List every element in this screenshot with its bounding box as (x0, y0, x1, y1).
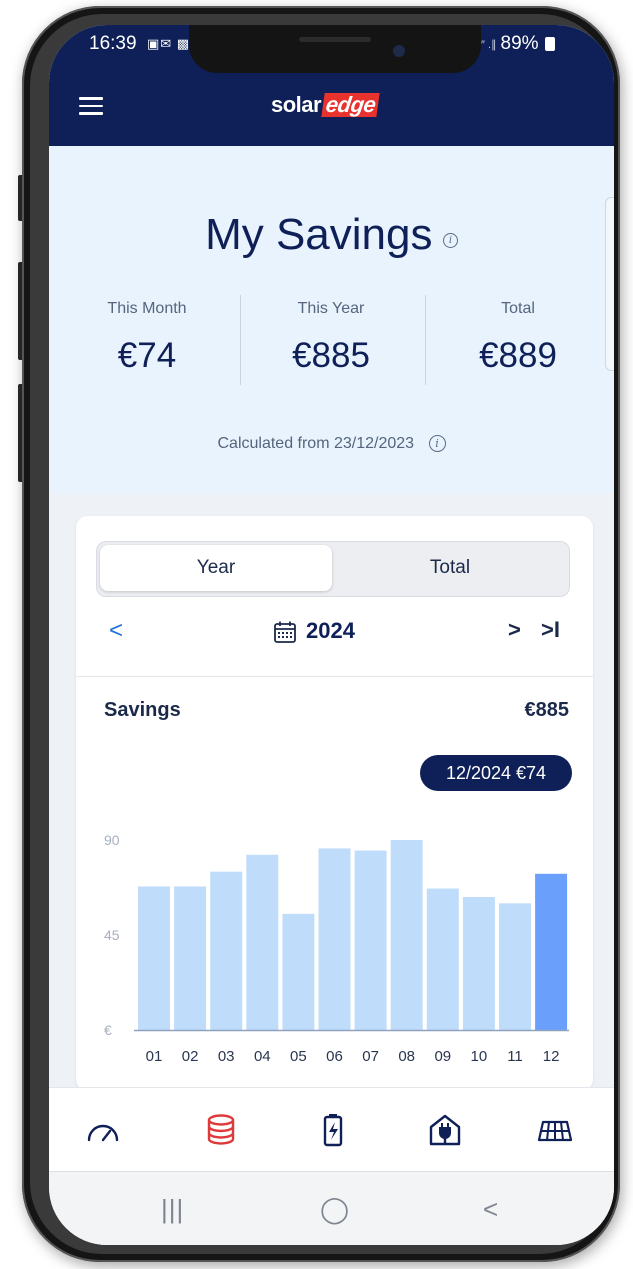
bar-03[interactable] (210, 871, 243, 1030)
chart-title: Savings (104, 699, 181, 721)
toggle-year-button[interactable]: Year (100, 545, 332, 591)
stat-value: €885 (292, 336, 370, 375)
x-tick-label: 01 (146, 1048, 163, 1065)
x-tick-label: 06 (326, 1048, 343, 1065)
bar-04[interactable] (246, 854, 279, 1030)
bar-11[interactable] (499, 903, 531, 1030)
stat-label: This Year (297, 300, 365, 317)
savings-title-row: My Savings i (49, 210, 614, 260)
chart-total: €885 (524, 699, 570, 721)
logo-solar-text: solar (271, 92, 322, 117)
bar-07[interactable] (354, 850, 387, 1030)
previous-period-button[interactable]: < (109, 617, 123, 645)
stat-value: €889 (479, 336, 557, 375)
notification-icons: ▣✉ ▩ (147, 36, 191, 51)
hamburger-menu-icon[interactable] (79, 97, 103, 115)
stat-total: Total €889 (433, 300, 603, 376)
x-tick-label: 07 (362, 1048, 379, 1065)
home-button[interactable]: ◯ (320, 1194, 349, 1225)
battery-percent: 89% (500, 33, 539, 54)
bar-12[interactable] (535, 873, 568, 1030)
recent-apps-button[interactable]: ||| (161, 1194, 184, 1225)
bar-06[interactable] (318, 848, 351, 1030)
stat-this-month: This Month €74 (62, 300, 232, 376)
period-toggle: Year Total (96, 541, 570, 597)
stat-divider (425, 295, 426, 385)
info-icon[interactable]: i (442, 232, 458, 248)
period-navigation: < 2024 > >I (76, 615, 593, 655)
card-divider (76, 676, 593, 677)
dashboard-gauge-icon[interactable] (83, 1110, 123, 1150)
system-navigation-bar: ||| ◯ < (49, 1171, 614, 1245)
latest-period-button[interactable]: >I (541, 617, 560, 643)
bar-10[interactable] (462, 897, 495, 1030)
signal-icon: ″ .∥ (481, 38, 497, 51)
next-period-button[interactable]: > (508, 617, 521, 643)
battery-icon[interactable] (313, 1110, 353, 1150)
battery-status-icon (544, 37, 555, 51)
selected-year[interactable]: 2024 (306, 618, 355, 644)
calculated-from-text: Calculated from 23/12/2023 (217, 435, 415, 452)
info-icon[interactable]: i (428, 435, 446, 453)
page-title: My Savings (205, 210, 433, 259)
calendar-icon[interactable] (273, 620, 297, 644)
bar-09[interactable] (426, 888, 459, 1030)
toggle-total-button[interactable]: Total (334, 545, 566, 591)
x-tick-label: 03 (218, 1048, 235, 1065)
bottom-tab-bar (49, 1087, 614, 1172)
earpiece-speaker (299, 37, 371, 42)
x-tick-label: 09 (434, 1048, 451, 1065)
bar-01[interactable] (138, 886, 170, 1030)
y-tick-label: 90 (104, 832, 120, 848)
x-tick-label: 11 (507, 1048, 523, 1065)
phone-screen: 16:39 ▣✉ ▩ ″ .∥ 89% solar edge My Saving… (49, 25, 614, 1245)
stat-this-year: This Year €885 (246, 300, 416, 376)
logo-edge-text: edge (321, 92, 381, 117)
camera-notch (189, 25, 481, 73)
x-tick-label: 10 (471, 1048, 488, 1065)
y-tick-label: € (104, 1022, 112, 1038)
x-tick-label: 12 (543, 1048, 560, 1065)
selected-bar-tooltip: 12/2024 €74 (420, 755, 572, 791)
bar-08[interactable] (390, 840, 423, 1030)
front-camera (393, 45, 405, 57)
smart-plug-home-icon[interactable] (425, 1110, 465, 1150)
calculated-from-row: Calculated from 23/12/2023 i (49, 435, 614, 453)
x-tick-label: 02 (182, 1048, 199, 1065)
savings-bar-chart: €45 90 01 02 03 04 05 06 07 08 09 10 11 12 (104, 832, 570, 1065)
stat-value: €74 (117, 336, 177, 375)
status-right: ″ .∥ 89% (481, 33, 555, 55)
x-tick-label: 08 (398, 1048, 415, 1065)
x-tick-label: 05 (290, 1048, 307, 1065)
status-time: 16:39 (89, 33, 137, 54)
solar-panel-icon[interactable] (535, 1110, 575, 1150)
app-header: 16:39 ▣✉ ▩ ″ .∥ 89% solar edge (49, 25, 614, 146)
y-tick-label: 45 (104, 927, 120, 943)
bar-05[interactable] (282, 913, 315, 1030)
stat-label: This Month (107, 300, 187, 317)
stat-label: Total (501, 300, 535, 317)
solaredge-logo: solar edge (271, 90, 381, 120)
stat-divider (240, 295, 241, 385)
savings-coins-icon[interactable] (201, 1110, 241, 1150)
x-tick-label: 04 (254, 1048, 271, 1065)
back-button[interactable]: < (483, 1194, 498, 1225)
bar-02[interactable] (174, 886, 207, 1030)
